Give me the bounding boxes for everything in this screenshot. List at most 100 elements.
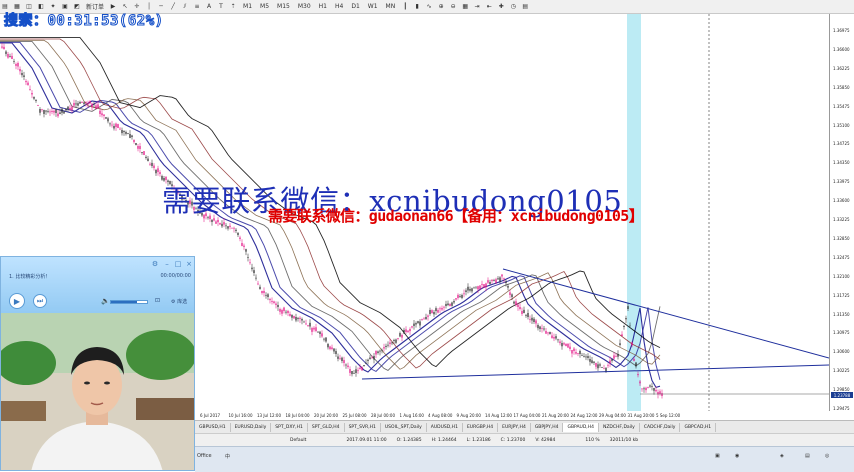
candle-body xyxy=(327,344,329,348)
candle-body xyxy=(47,111,49,112)
candle-body xyxy=(469,289,471,291)
resistance-trendline[interactable] xyxy=(502,268,829,359)
player-options-button[interactable]: ⚙ 库选 xyxy=(171,298,187,305)
candle-body xyxy=(35,99,37,101)
timeframe-mn[interactable]: MN xyxy=(383,1,399,12)
trendline-icon[interactable]: ╱ xyxy=(168,1,178,12)
volume-slider[interactable] xyxy=(110,300,148,304)
timeframe-w1[interactable]: W1 xyxy=(365,1,381,12)
zoom-out-icon[interactable]: ⊖ xyxy=(448,1,458,12)
timeframe-m15[interactable]: M15 xyxy=(274,1,293,12)
media-player-window[interactable]: ⚙ – □ × 1. 比较精彩分析！ 00:00/00:00 ▶ ⏭ 🔈 ⊡ ⚙… xyxy=(0,256,195,471)
candle-body xyxy=(257,283,259,285)
chart-tab[interactable]: CADCHF,Daily xyxy=(640,422,681,432)
next-button[interactable]: ⏭ xyxy=(33,294,47,308)
chart-shift-icon[interactable]: ⇤ xyxy=(484,1,494,12)
player-header: ⚙ – □ × 1. 比较精彩分析！ 00:00/00:00 ▶ ⏭ 🔈 ⊡ ⚙… xyxy=(1,257,194,313)
chart-tab[interactable]: GBPAUD,H4 xyxy=(563,422,599,432)
chart-tab[interactable]: SPT_GLD,H4 xyxy=(308,422,345,432)
candle-body xyxy=(505,281,507,283)
periods-icon[interactable]: ◷ xyxy=(508,1,518,12)
taskbar-app-4-icon[interactable]: ▤ xyxy=(805,453,810,459)
chart-tab[interactable]: NZDCHF,Daily xyxy=(599,422,640,432)
candle-body xyxy=(551,335,553,339)
candle-body xyxy=(289,314,291,316)
candle-body xyxy=(497,278,499,280)
autoscroll-icon[interactable]: ⇥ xyxy=(472,1,482,12)
chart-tab[interactable]: GBPUSD,H1 xyxy=(195,422,231,432)
candle-body xyxy=(483,284,485,288)
timeframe-h4[interactable]: H4 xyxy=(332,1,346,12)
chart-tab[interactable]: USOIL_SPT,Daily xyxy=(381,422,427,432)
candle-body xyxy=(631,342,633,346)
support-trendline[interactable] xyxy=(361,364,829,380)
play-button[interactable]: ▶ xyxy=(9,293,25,309)
channel-icon[interactable]: ⫽ xyxy=(180,1,190,12)
taskbar-app-3-icon[interactable]: ◈ xyxy=(780,453,784,459)
player-settings-icon[interactable]: ⚙ xyxy=(151,260,159,268)
candle-body xyxy=(249,262,251,264)
time-axis-label: 24 Aug 12:00 xyxy=(570,413,598,418)
chart-tab[interactable]: EURJPY,H4 xyxy=(498,422,531,432)
candle-body xyxy=(403,329,405,334)
label-tool-icon[interactable]: T xyxy=(216,1,226,12)
candle-chart-icon[interactable]: ▮ xyxy=(412,1,422,12)
taskbar-app-1-icon[interactable]: ▣ xyxy=(715,453,720,459)
arrows-tool-icon[interactable]: ⇡ xyxy=(228,1,238,12)
price-axis-label: 1.35475 xyxy=(833,103,850,109)
candle-body xyxy=(499,277,501,282)
candle-body xyxy=(89,100,91,104)
candle-body xyxy=(283,307,285,311)
candle-body xyxy=(439,308,441,310)
candle-body xyxy=(437,310,439,313)
timeframe-m5[interactable]: M5 xyxy=(257,1,272,12)
volume-icon[interactable]: 🔈 xyxy=(101,297,110,305)
candle-body xyxy=(313,327,315,330)
timeframe-m30[interactable]: M30 xyxy=(295,1,314,12)
player-screenshot-button[interactable]: ⊡ xyxy=(155,297,160,304)
taskbar-app-2-icon[interactable]: ◉ xyxy=(735,453,739,459)
chart-tab[interactable]: EURGBP,H4 xyxy=(463,422,499,432)
player-minimize-icon[interactable]: – xyxy=(163,260,171,268)
candle-body xyxy=(655,390,657,392)
time-axis-label: 29 Aug 04:00 xyxy=(599,413,626,418)
player-maximize-icon[interactable]: □ xyxy=(174,260,182,268)
bar-chart-icon[interactable]: ┃ xyxy=(400,1,410,12)
player-close-icon[interactable]: × xyxy=(185,260,193,268)
taskbar-app-5-icon[interactable]: ◎ xyxy=(825,453,829,459)
candle-body xyxy=(275,303,277,305)
fibo-icon[interactable]: ≡ xyxy=(192,1,202,12)
candle-body xyxy=(57,113,59,117)
candle-body xyxy=(253,270,255,273)
candle-body xyxy=(363,365,365,367)
taskbar-office[interactable]: Office xyxy=(197,453,212,459)
candle-body xyxy=(19,69,21,72)
candle-body xyxy=(97,104,99,108)
indicators-icon[interactable]: ✚ xyxy=(496,1,506,12)
chart-tab[interactable]: SPT_SVR,H1 xyxy=(345,422,381,432)
timeframe-d1[interactable]: D1 xyxy=(348,1,362,12)
chart-tab[interactable]: GBPCAD,H1 xyxy=(680,422,717,432)
tile-icon[interactable]: ▦ xyxy=(460,1,470,12)
timeframe-h1[interactable]: H1 xyxy=(316,1,330,12)
candle-body xyxy=(123,131,125,133)
chart-tab[interactable]: EURUSD,Daily xyxy=(231,422,272,432)
price-axis-label: 1.34350 xyxy=(833,160,850,166)
candle-body xyxy=(307,325,309,326)
candle-body xyxy=(425,317,427,320)
candle-body xyxy=(635,362,637,367)
candle-body xyxy=(379,350,381,352)
text-tool-icon[interactable]: A xyxy=(204,1,214,12)
chart-tab[interactable]: GBPJPY,H4 xyxy=(531,422,564,432)
candle-body xyxy=(211,219,213,222)
candle-body xyxy=(637,374,639,376)
templates-icon[interactable]: ▤ xyxy=(520,1,530,12)
chart-tab[interactable]: AUDUSD,H1 xyxy=(427,422,463,432)
status-profile: Default xyxy=(290,437,307,443)
taskbar-lang[interactable]: 中 xyxy=(225,453,230,460)
timeframe-m1[interactable]: M1 xyxy=(240,1,255,12)
line-chart-icon[interactable]: ∿ xyxy=(424,1,434,12)
zoom-in-icon[interactable]: ⊕ xyxy=(436,1,446,12)
price-axis-label: 1.36225 xyxy=(833,65,850,71)
chart-tab[interactable]: SPT_DXY,H1 xyxy=(271,422,308,432)
